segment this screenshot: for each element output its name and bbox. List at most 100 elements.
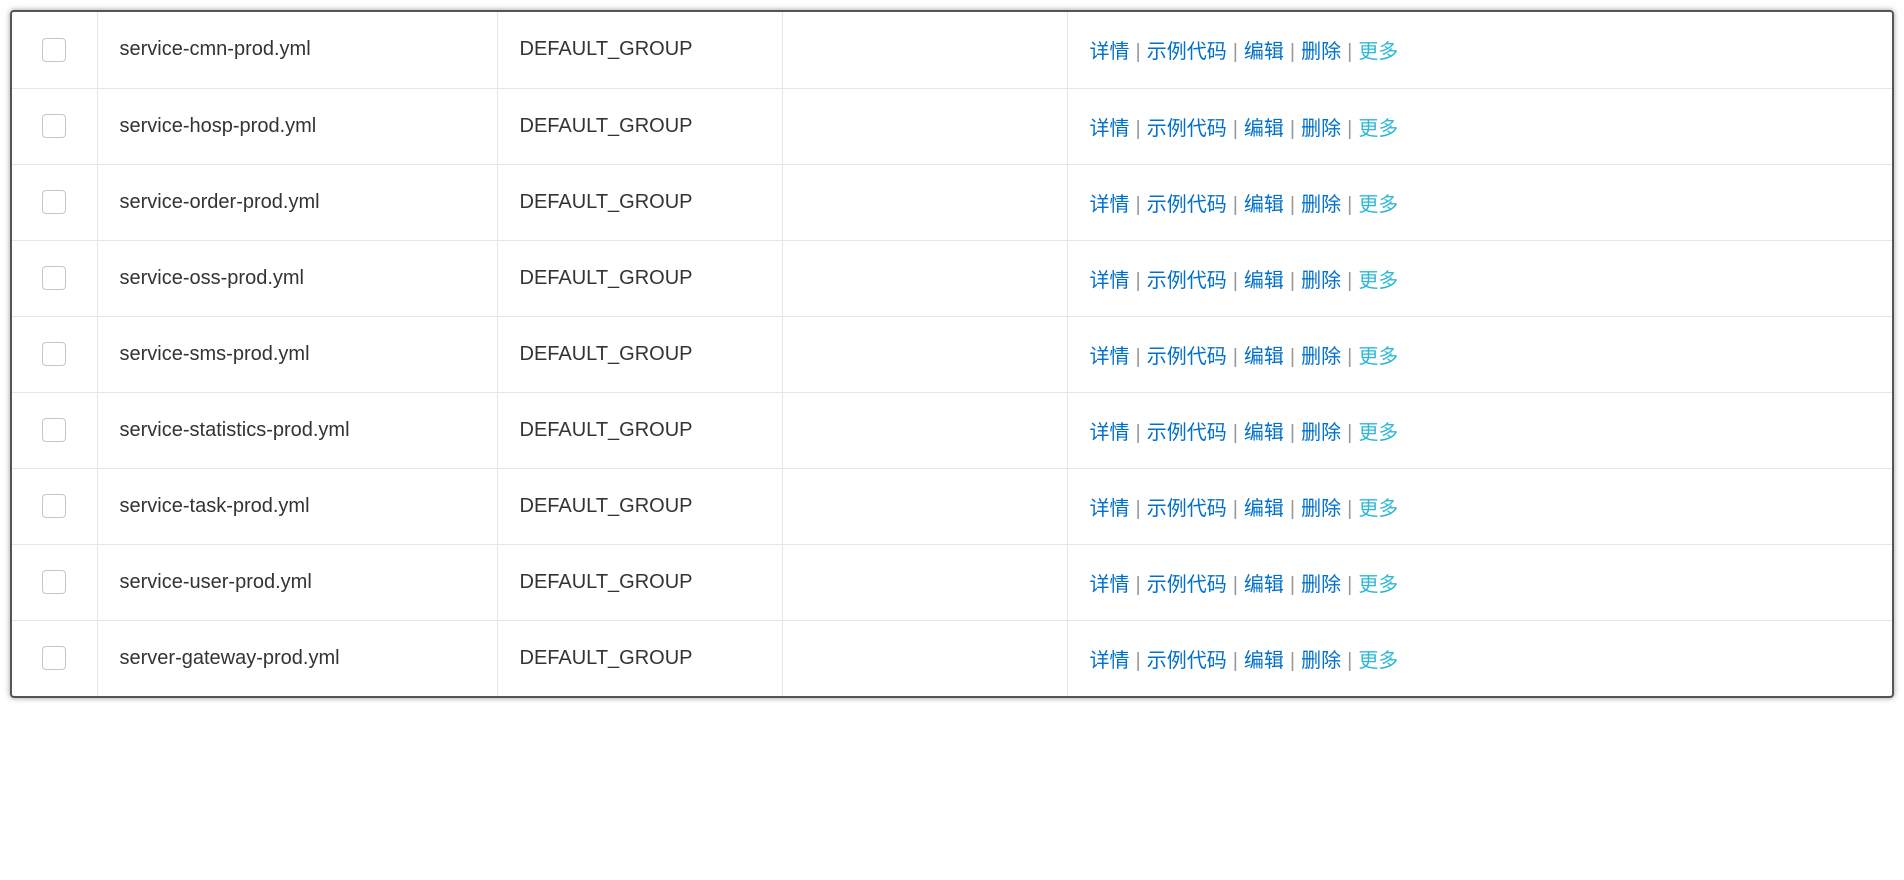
action-separator: | [1136,118,1141,140]
sample-code-link[interactable]: 示例代码 [1147,574,1227,596]
sample-code-link[interactable]: 示例代码 [1147,270,1227,292]
table-row: service-sms-prod.ymlDEFAULT_GROUP详情|示例代码… [12,316,1892,392]
detail-link[interactable]: 详情 [1090,41,1130,63]
sample-code-link[interactable]: 示例代码 [1147,422,1227,444]
detail-link[interactable]: 详情 [1090,270,1130,292]
action-separator: | [1233,422,1238,444]
detail-link[interactable]: 详情 [1090,194,1130,216]
edit-link[interactable]: 编辑 [1244,498,1284,520]
sample-code-link[interactable]: 示例代码 [1147,41,1227,63]
detail-link[interactable]: 详情 [1090,574,1130,596]
row-checkbox[interactable] [42,418,66,442]
action-separator: | [1347,346,1352,368]
actions-cell: 详情|示例代码|编辑|删除|更多 [1067,620,1892,696]
group-cell: DEFAULT_GROUP [497,12,782,88]
row-checkbox[interactable] [42,494,66,518]
table-row: service-user-prod.ymlDEFAULT_GROUP详情|示例代… [12,544,1892,620]
actions-cell: 详情|示例代码|编辑|删除|更多 [1067,392,1892,468]
row-checkbox[interactable] [42,266,66,290]
action-separator: | [1136,574,1141,596]
more-link[interactable]: 更多 [1358,118,1398,140]
delete-link[interactable]: 删除 [1301,41,1341,63]
row-checkbox[interactable] [42,570,66,594]
more-link[interactable]: 更多 [1358,574,1398,596]
sample-code-link[interactable]: 示例代码 [1147,650,1227,672]
edit-link[interactable]: 编辑 [1244,41,1284,63]
edit-link[interactable]: 编辑 [1244,574,1284,596]
config-table-wrapper: service-cmn-prod.ymlDEFAULT_GROUP详情|示例代码… [10,10,1894,698]
data-id-cell: service-user-prod.yml [97,544,497,620]
group-cell: DEFAULT_GROUP [497,392,782,468]
detail-link[interactable]: 详情 [1090,346,1130,368]
checkbox-cell [12,468,97,544]
edit-link[interactable]: 编辑 [1244,270,1284,292]
row-checkbox[interactable] [42,114,66,138]
delete-link[interactable]: 删除 [1301,498,1341,520]
action-separator: | [1136,41,1141,63]
action-separator: | [1290,270,1295,292]
blank-cell [782,240,1067,316]
edit-link[interactable]: 编辑 [1244,422,1284,444]
delete-link[interactable]: 删除 [1301,194,1341,216]
data-id-cell: service-oss-prod.yml [97,240,497,316]
row-checkbox[interactable] [42,190,66,214]
delete-link[interactable]: 删除 [1301,270,1341,292]
more-link[interactable]: 更多 [1358,194,1398,216]
table-row: service-task-prod.ymlDEFAULT_GROUP详情|示例代… [12,468,1892,544]
sample-code-link[interactable]: 示例代码 [1147,498,1227,520]
detail-link[interactable]: 详情 [1090,118,1130,140]
action-separator: | [1233,498,1238,520]
actions-cell: 详情|示例代码|编辑|删除|更多 [1067,240,1892,316]
more-link[interactable]: 更多 [1358,346,1398,368]
action-separator: | [1347,194,1352,216]
blank-cell [782,164,1067,240]
sample-code-link[interactable]: 示例代码 [1147,346,1227,368]
data-id-cell: service-statistics-prod.yml [97,392,497,468]
delete-link[interactable]: 删除 [1301,346,1341,368]
delete-link[interactable]: 删除 [1301,422,1341,444]
delete-link[interactable]: 删除 [1301,118,1341,140]
action-separator: | [1233,41,1238,63]
row-checkbox[interactable] [42,646,66,670]
blank-cell [782,620,1067,696]
sample-code-link[interactable]: 示例代码 [1147,118,1227,140]
row-checkbox[interactable] [42,342,66,366]
edit-link[interactable]: 编辑 [1244,346,1284,368]
more-link[interactable]: 更多 [1358,270,1398,292]
delete-link[interactable]: 删除 [1301,650,1341,672]
action-separator: | [1290,346,1295,368]
actions-cell: 详情|示例代码|编辑|删除|更多 [1067,88,1892,164]
detail-link[interactable]: 详情 [1090,498,1130,520]
delete-link[interactable]: 删除 [1301,574,1341,596]
checkbox-cell [12,620,97,696]
table-row: server-gateway-prod.ymlDEFAULT_GROUP详情|示… [12,620,1892,696]
blank-cell [782,316,1067,392]
more-link[interactable]: 更多 [1358,650,1398,672]
group-cell: DEFAULT_GROUP [497,88,782,164]
checkbox-cell [12,12,97,88]
action-separator: | [1347,270,1352,292]
action-separator: | [1290,194,1295,216]
edit-link[interactable]: 编辑 [1244,650,1284,672]
edit-link[interactable]: 编辑 [1244,118,1284,140]
sample-code-link[interactable]: 示例代码 [1147,194,1227,216]
action-separator: | [1347,118,1352,140]
group-cell: DEFAULT_GROUP [497,240,782,316]
action-separator: | [1233,118,1238,140]
more-link[interactable]: 更多 [1358,498,1398,520]
action-separator: | [1136,270,1141,292]
edit-link[interactable]: 编辑 [1244,194,1284,216]
actions-cell: 详情|示例代码|编辑|删除|更多 [1067,544,1892,620]
detail-link[interactable]: 详情 [1090,422,1130,444]
action-separator: | [1136,498,1141,520]
more-link[interactable]: 更多 [1358,422,1398,444]
blank-cell [782,88,1067,164]
more-link[interactable]: 更多 [1358,41,1398,63]
action-separator: | [1233,346,1238,368]
action-separator: | [1347,498,1352,520]
row-checkbox[interactable] [42,38,66,62]
actions-cell: 详情|示例代码|编辑|删除|更多 [1067,468,1892,544]
group-cell: DEFAULT_GROUP [497,164,782,240]
detail-link[interactable]: 详情 [1090,650,1130,672]
checkbox-cell [12,392,97,468]
